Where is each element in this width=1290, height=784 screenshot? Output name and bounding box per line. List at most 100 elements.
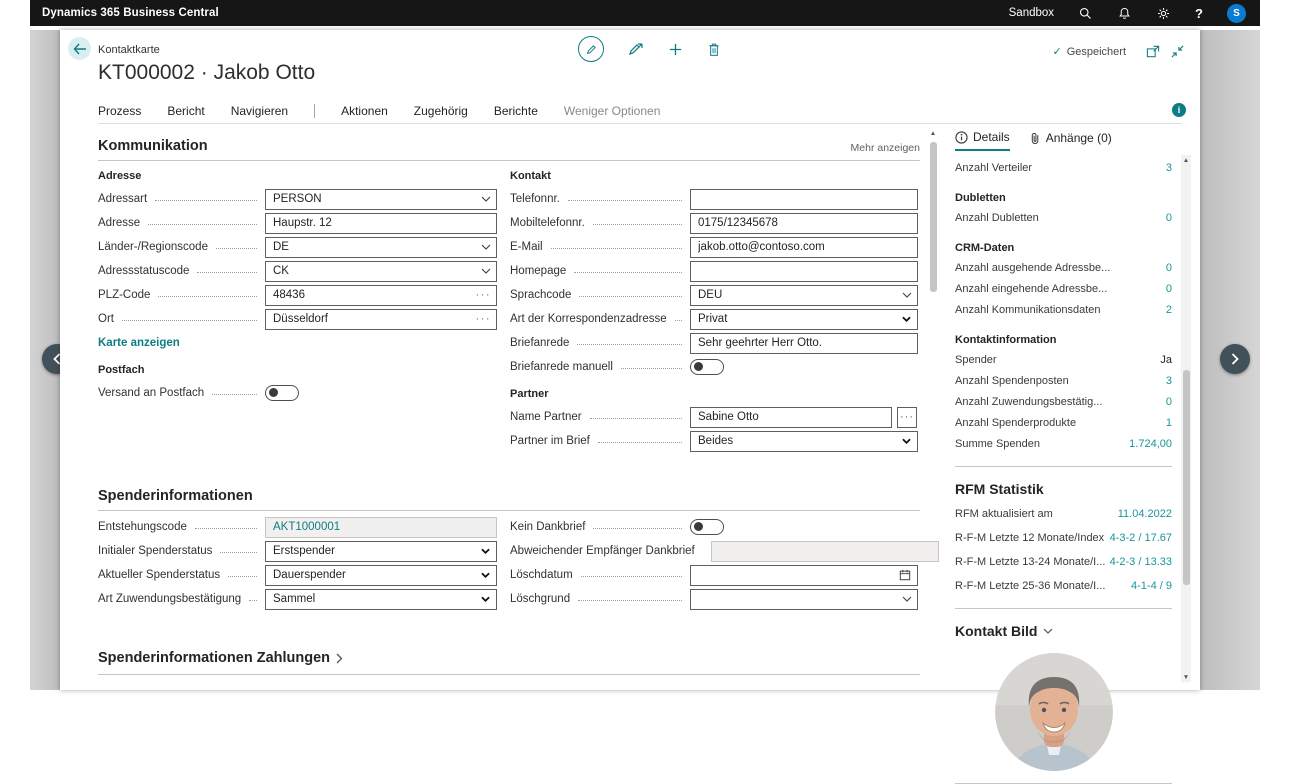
back-button[interactable] — [68, 37, 91, 60]
aktuell-spenderstatus-select[interactable]: Dauerspender — [265, 565, 497, 586]
environment-label[interactable]: Sandbox — [1009, 7, 1054, 19]
menu-divider-line — [98, 123, 1182, 124]
main-scrollbar[interactable]: ▲ — [928, 128, 938, 688]
action-menu-bar: Prozess Bericht Navigieren Aktionen Zuge… — [98, 101, 660, 121]
field-adressart: Adressart PERSON — [98, 187, 497, 211]
adresse-input[interactable]: Haupstr. 12 — [265, 213, 497, 234]
collapse-icon[interactable] — [1171, 45, 1184, 63]
menu-navigieren[interactable]: Navigieren — [231, 104, 288, 118]
plz-input[interactable]: 48436··· — [265, 285, 497, 306]
kontakt-bild-header[interactable]: Kontakt Bild — [955, 623, 1172, 639]
loeschdatum-input[interactable] — [690, 565, 918, 586]
field-ort: Ort Düsseldorf··· — [98, 307, 497, 331]
menu-aktionen[interactable]: Aktionen — [341, 104, 388, 118]
next-record-button[interactable] — [1220, 344, 1250, 374]
share-button[interactable] — [628, 41, 644, 57]
telefon-input[interactable] — [690, 189, 918, 210]
korrespondenz-select[interactable]: Privat — [690, 309, 918, 330]
page-title: KT000002 · Jakob Otto — [98, 61, 315, 85]
zahlungen-header[interactable]: Spenderinformationen Zahlungen — [98, 644, 920, 675]
chevron-down-icon — [478, 196, 493, 202]
ort-input[interactable]: Düsseldorf··· — [265, 309, 497, 330]
mobil-input[interactable]: 0175/12345678 — [690, 213, 918, 234]
scroll-up-icon[interactable]: ▲ — [928, 128, 938, 138]
laender-combobox[interactable]: DE — [265, 237, 497, 258]
scroll-down-icon[interactable]: ▼ — [1181, 672, 1191, 682]
field-aktueller-spenderstatus: Aktueller Spenderstatus Dauerspender — [98, 563, 497, 587]
check-icon: ✓ — [1052, 45, 1061, 58]
new-plus-button[interactable] — [668, 42, 683, 57]
zuwendung-select[interactable]: Sammel — [265, 589, 497, 610]
search-icon[interactable] — [1078, 6, 1093, 21]
fact-row: R-F-M Letzte 25-36 Monate/I... 4-1-4 / 9 — [955, 579, 1172, 593]
briefanrede-manuell-toggle[interactable] — [690, 359, 724, 375]
fact-row: Anzahl Spenderprodukte 1 — [955, 416, 1172, 430]
assist-ellipsis-button[interactable]: ··· — [474, 289, 494, 301]
partner-brief-select[interactable]: Beides — [690, 431, 918, 452]
field-telefonnr: Telefonnr. — [510, 187, 918, 211]
select-caret-icon — [899, 316, 914, 322]
tab-anhaenge[interactable]: Anhänge (0) — [1030, 130, 1112, 151]
adressstatus-combobox[interactable]: CK — [265, 261, 497, 282]
chevron-down-icon — [1043, 628, 1053, 634]
section-kommunikation: Kommunikation Mehr anzeigen Adresse Adre… — [98, 138, 920, 453]
fact-row: Anzahl Spendenposten 3 — [955, 374, 1172, 388]
contact-photo — [995, 653, 1113, 771]
karte-anzeigen-link[interactable]: Karte anzeigen — [98, 331, 497, 355]
user-avatar[interactable]: S — [1227, 4, 1246, 23]
versand-toggle[interactable] — [265, 385, 299, 401]
scrollbar-thumb[interactable] — [930, 142, 937, 292]
menu-berichte[interactable]: Berichte — [494, 104, 538, 118]
menu-bericht[interactable]: Bericht — [167, 104, 204, 118]
menu-zugehoerig[interactable]: Zugehörig — [414, 104, 468, 118]
initial-spenderstatus-select[interactable]: Erstspender — [265, 541, 497, 562]
help-icon[interactable]: ? — [1195, 6, 1203, 21]
delete-trash-button[interactable] — [707, 42, 721, 57]
field-kein-dankbrief: Kein Dankbrief — [510, 515, 918, 539]
calendar-icon[interactable] — [899, 569, 914, 581]
scrollbar-thumb[interactable] — [1183, 370, 1190, 585]
notifications-bell-icon[interactable] — [1117, 6, 1132, 21]
factbox-scrollbar[interactable]: ▲ ▼ — [1181, 155, 1191, 682]
kein-dankbrief-toggle[interactable] — [690, 519, 724, 535]
fact-row: Anzahl Kommunikationsdaten 2 — [955, 303, 1172, 317]
menu-divider — [314, 104, 315, 118]
menu-prozess[interactable]: Prozess — [98, 104, 141, 118]
saved-label: Gespeichert — [1067, 46, 1126, 58]
mehr-anzeigen-link[interactable]: Mehr anzeigen — [851, 142, 920, 154]
section-title[interactable]: Spenderinformationen — [98, 488, 253, 504]
field-homepage: Homepage — [510, 259, 918, 283]
homepage-input[interactable] — [690, 261, 918, 282]
factbox-divider — [955, 608, 1172, 609]
email-input[interactable]: jakob.otto@contoso.com — [690, 237, 918, 258]
fact-row: Spender Ja — [955, 353, 1172, 367]
assist-ellipsis-button[interactable]: ··· — [897, 407, 917, 428]
group-partner: Partner — [510, 383, 918, 405]
scroll-up-icon[interactable]: ▲ — [1181, 155, 1191, 165]
menu-weniger-optionen[interactable]: Weniger Optionen — [564, 104, 661, 118]
loeschgrund-combobox[interactable] — [690, 589, 918, 610]
section-zahlungen: Spenderinformationen Zahlungen — [98, 644, 920, 675]
section-title[interactable]: Kommunikation — [98, 138, 208, 154]
adressart-combobox[interactable]: PERSON — [265, 189, 497, 210]
name-partner-input[interactable]: Sabine Otto — [690, 407, 892, 428]
fact-group-crm: CRM-Daten — [955, 241, 1172, 254]
tab-details[interactable]: Details — [955, 130, 1010, 151]
field-plz-code: PLZ-Code 48436··· — [98, 283, 497, 307]
open-in-window-icon[interactable] — [1146, 45, 1160, 63]
field-versand-an-postfach: Versand an Postfach — [98, 381, 497, 405]
group-postfach: Postfach — [98, 359, 497, 381]
fact-row: R-F-M Letzte 13-24 Monate/I... 4-2-3 / 1… — [955, 555, 1172, 569]
edit-pencil-button[interactable] — [578, 36, 604, 62]
field-sprachcode: Sprachcode DEU — [510, 283, 918, 307]
field-name-partner: Name Partner Sabine Otto··· — [510, 405, 918, 429]
assist-ellipsis-button[interactable]: ··· — [474, 313, 494, 325]
info-badge-icon[interactable]: i — [1172, 103, 1186, 117]
briefanrede-input[interactable]: Sehr geehrter Herr Otto. — [690, 333, 918, 354]
field-loeschdatum: Löschdatum — [510, 563, 918, 587]
settings-gear-icon[interactable] — [1156, 6, 1171, 21]
select-caret-icon — [899, 438, 914, 444]
sprachcode-combobox[interactable]: DEU — [690, 285, 918, 306]
abweichender-empfaenger-field — [711, 541, 939, 562]
select-caret-icon — [478, 572, 493, 578]
